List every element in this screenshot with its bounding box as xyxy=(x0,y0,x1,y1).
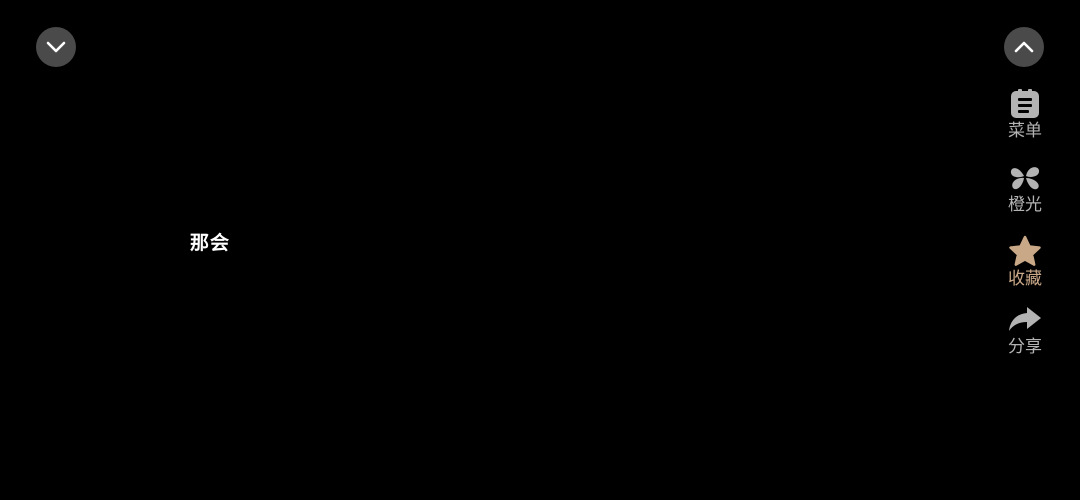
favorite-label: 收藏 xyxy=(1008,269,1042,289)
chevron-up-icon xyxy=(1013,40,1035,54)
orange-light-label: 橙光 xyxy=(1008,195,1042,215)
star-icon xyxy=(1007,234,1043,268)
clover-icon xyxy=(1007,160,1043,194)
menu-icon xyxy=(1007,86,1043,120)
share-button[interactable]: 分享 xyxy=(995,302,1055,362)
collapse-button[interactable] xyxy=(36,27,76,67)
expand-button[interactable] xyxy=(1004,27,1044,67)
favorite-button[interactable]: 收藏 xyxy=(995,234,1055,302)
side-action-bar: 菜单 橙光 收藏 分享 xyxy=(995,86,1055,362)
menu-button[interactable]: 菜单 xyxy=(995,86,1055,160)
share-label: 分享 xyxy=(1008,337,1042,357)
player-screen: 那会 菜单 橙光 收藏 分享 xyxy=(0,0,1080,500)
chevron-down-icon xyxy=(45,40,67,54)
menu-label: 菜单 xyxy=(1008,121,1042,141)
share-icon xyxy=(1007,302,1043,336)
orange-light-button[interactable]: 橙光 xyxy=(995,160,1055,234)
subtitle-text: 那会 xyxy=(190,232,231,254)
